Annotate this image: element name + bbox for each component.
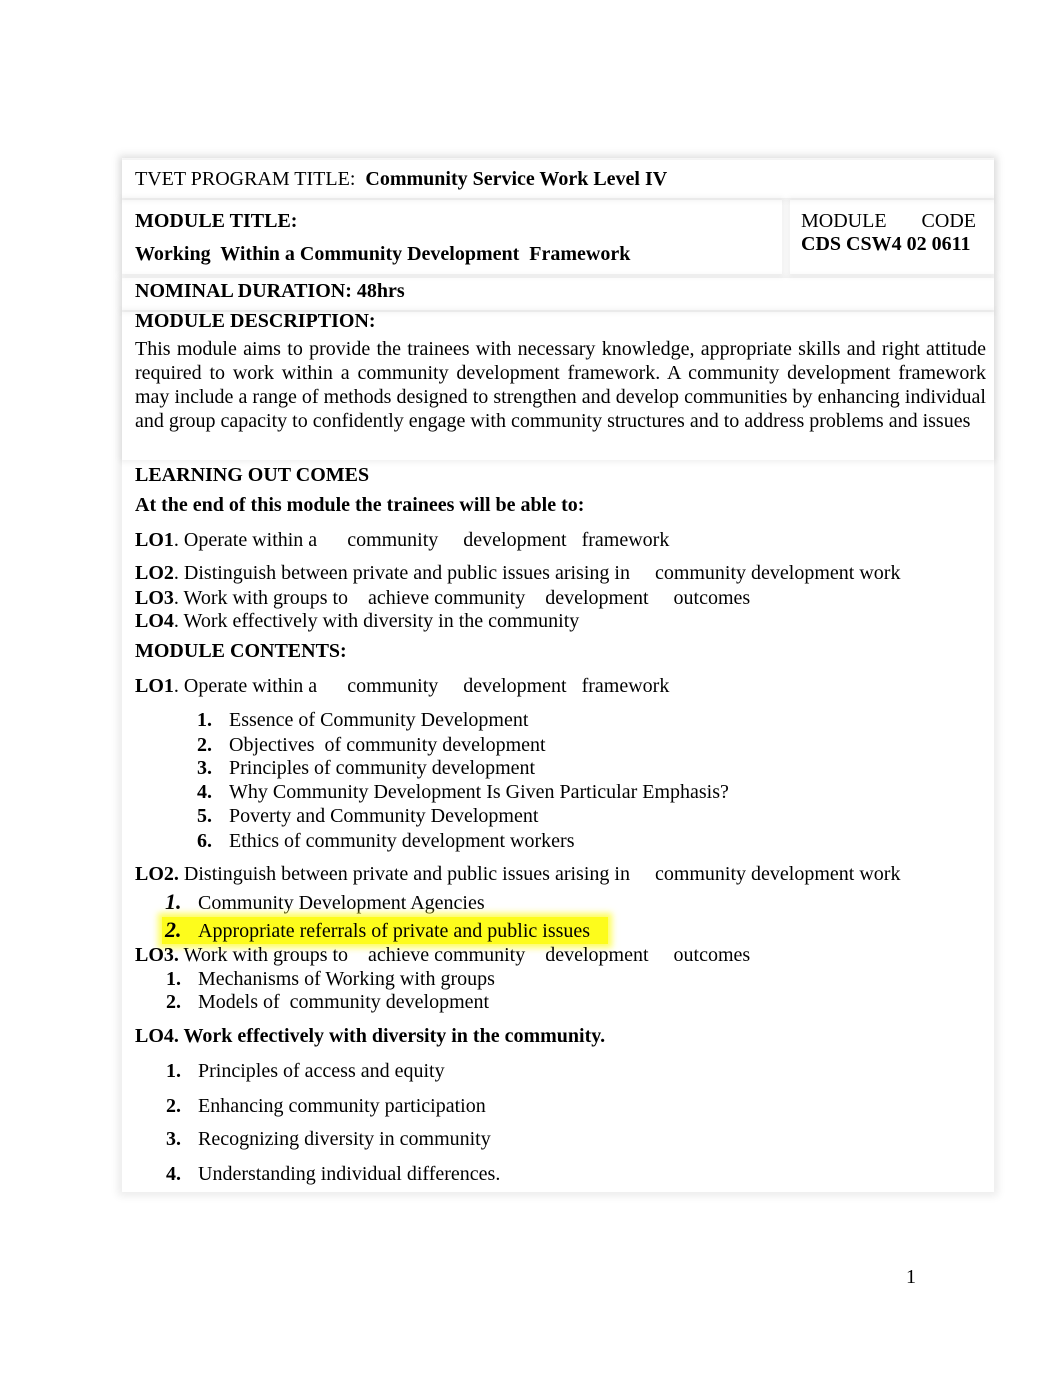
item-number: 3. [197,757,212,779]
item-number: 1. [197,709,212,731]
content-list-item: 2. Enhancing community participation [166,1094,486,1118]
lo-code: LO1 [135,675,174,697]
item-text: Appropriate referrals of private and pub… [198,920,591,942]
item-number: 5. [197,805,212,827]
item-number: 1. [166,1060,181,1082]
item-text: Recognizing diversity in community [198,1128,491,1150]
module-code-label: MODULE CODE [801,210,976,232]
content-list-item: 1. Community Development Agencies [165,890,485,915]
outcome-code: LO1 [135,529,174,551]
outcome-item: LO1. Operate within a community developm… [135,528,669,552]
item-number: 2. [166,991,181,1013]
content-list-item: 3. Recognizing diversity in community [166,1127,491,1151]
module-description-text: This module aims to provide the trainees… [135,338,986,432]
outcome-code: LO4 [135,610,174,632]
item-text: Principles of access and equity [198,1060,445,1082]
module-contents-heading: MODULE CONTENTS: [135,640,347,662]
item-number: 6. [197,830,212,852]
learning-outcomes-heading: LEARNING OUT COMES [135,464,370,486]
contents-lo1-heading: LO1. Operate within a community developm… [135,674,669,698]
item-text: Principles of community development [229,757,536,779]
item-text: Why Community Development Is Given Parti… [229,781,729,803]
outcome-item: LO2. Distinguish between private and pub… [135,561,900,585]
item-text: Community Development Agencies [198,892,485,914]
outcome-text: . Work with groups to achieve community … [173,587,751,609]
item-text: Ethics of community development workers [229,830,575,852]
item-number: 1. [166,968,181,990]
item-number: 4. [166,1163,181,1185]
content-list-item: 6. Ethics of community development worker… [197,829,574,853]
contents-lo4-heading: LO4. Work effectively with diversity in … [135,1025,606,1047]
item-text: Mechanisms of Working with groups [198,968,495,990]
page-number: 1 [906,1266,916,1288]
outcome-text: . Distinguish between private and public… [173,562,901,584]
item-text: Enhancing community participation [198,1095,486,1117]
outcome-item: LO3. Work with groups to achieve communi… [135,586,750,610]
item-text: Understanding individual differences. [198,1163,501,1185]
lo-text: . Operate within a community development… [173,675,670,697]
program-title-label: TVET PROGRAM TITLE: [135,168,366,190]
contents-lo2-heading: LO2. Distinguish between private and pub… [135,862,900,886]
lo-text: Work with groups to achieve community de… [178,944,751,966]
outcome-text: . Operate within a community development… [173,529,670,551]
program-title-line: TVET PROGRAM TITLE: Community Service Wo… [135,167,667,191]
lo-code: LO3. [135,944,179,966]
item-text: Essence of Community Development [229,709,529,731]
outcome-item: LO4. Work effectively with diversity in … [135,609,579,633]
item-number: 1. [165,889,182,914]
program-title: Community Service Work Level IV [365,168,668,190]
nominal-duration: NOMINAL DURATION: 48hrs [135,280,405,302]
content-list-item: 4. Understanding individual differences. [166,1162,500,1186]
item-text: Models of community development [198,991,490,1013]
content-list-item: 3. Principles of community development [197,756,535,780]
item-number: 2. [166,1095,181,1117]
content-list-item: 2. Models of community development [166,990,489,1014]
module-title-label: MODULE TITLE: [135,210,298,232]
module-title: Working Within a Community Development F… [135,243,631,265]
content-list-item: 4. Why Community Development Is Given Par… [197,780,729,804]
item-number: 3. [166,1128,181,1150]
content-list-item: 5. Poverty and Community Development [197,804,538,828]
content-list-item: 1. Essence of Community Development [197,708,528,732]
lo-code: LO2. [135,863,179,885]
content-list-item: 2. Objectives of community development [197,733,546,757]
item-text: Objectives of community development [229,734,546,756]
module-code: CDS CSW4 02 0611 [801,233,971,255]
content-list-item-highlighted: 2. Appropriate referrals of private and p… [165,918,590,943]
item-text: Poverty and Community Development [229,805,539,827]
item-number: 4. [197,781,212,803]
item-number: 2. [197,734,212,756]
learning-outcomes-intro: At the end of this module the trainees w… [135,494,585,516]
lo-text: Distinguish between private and public i… [178,863,901,885]
item-number: 2. [165,917,182,942]
content-list-item: 1. Mechanisms of Working with groups [166,967,495,991]
contents-lo3-heading: LO3. Work with groups to achieve communi… [135,943,750,967]
content-list-item: 1. Principles of access and equity [166,1059,445,1083]
outcome-text: . Work effectively with diversity in the… [173,610,580,632]
outcome-code: LO3 [135,587,174,609]
module-description-heading: MODULE DESCRIPTION: [135,310,376,332]
outcome-code: LO2 [135,562,174,584]
